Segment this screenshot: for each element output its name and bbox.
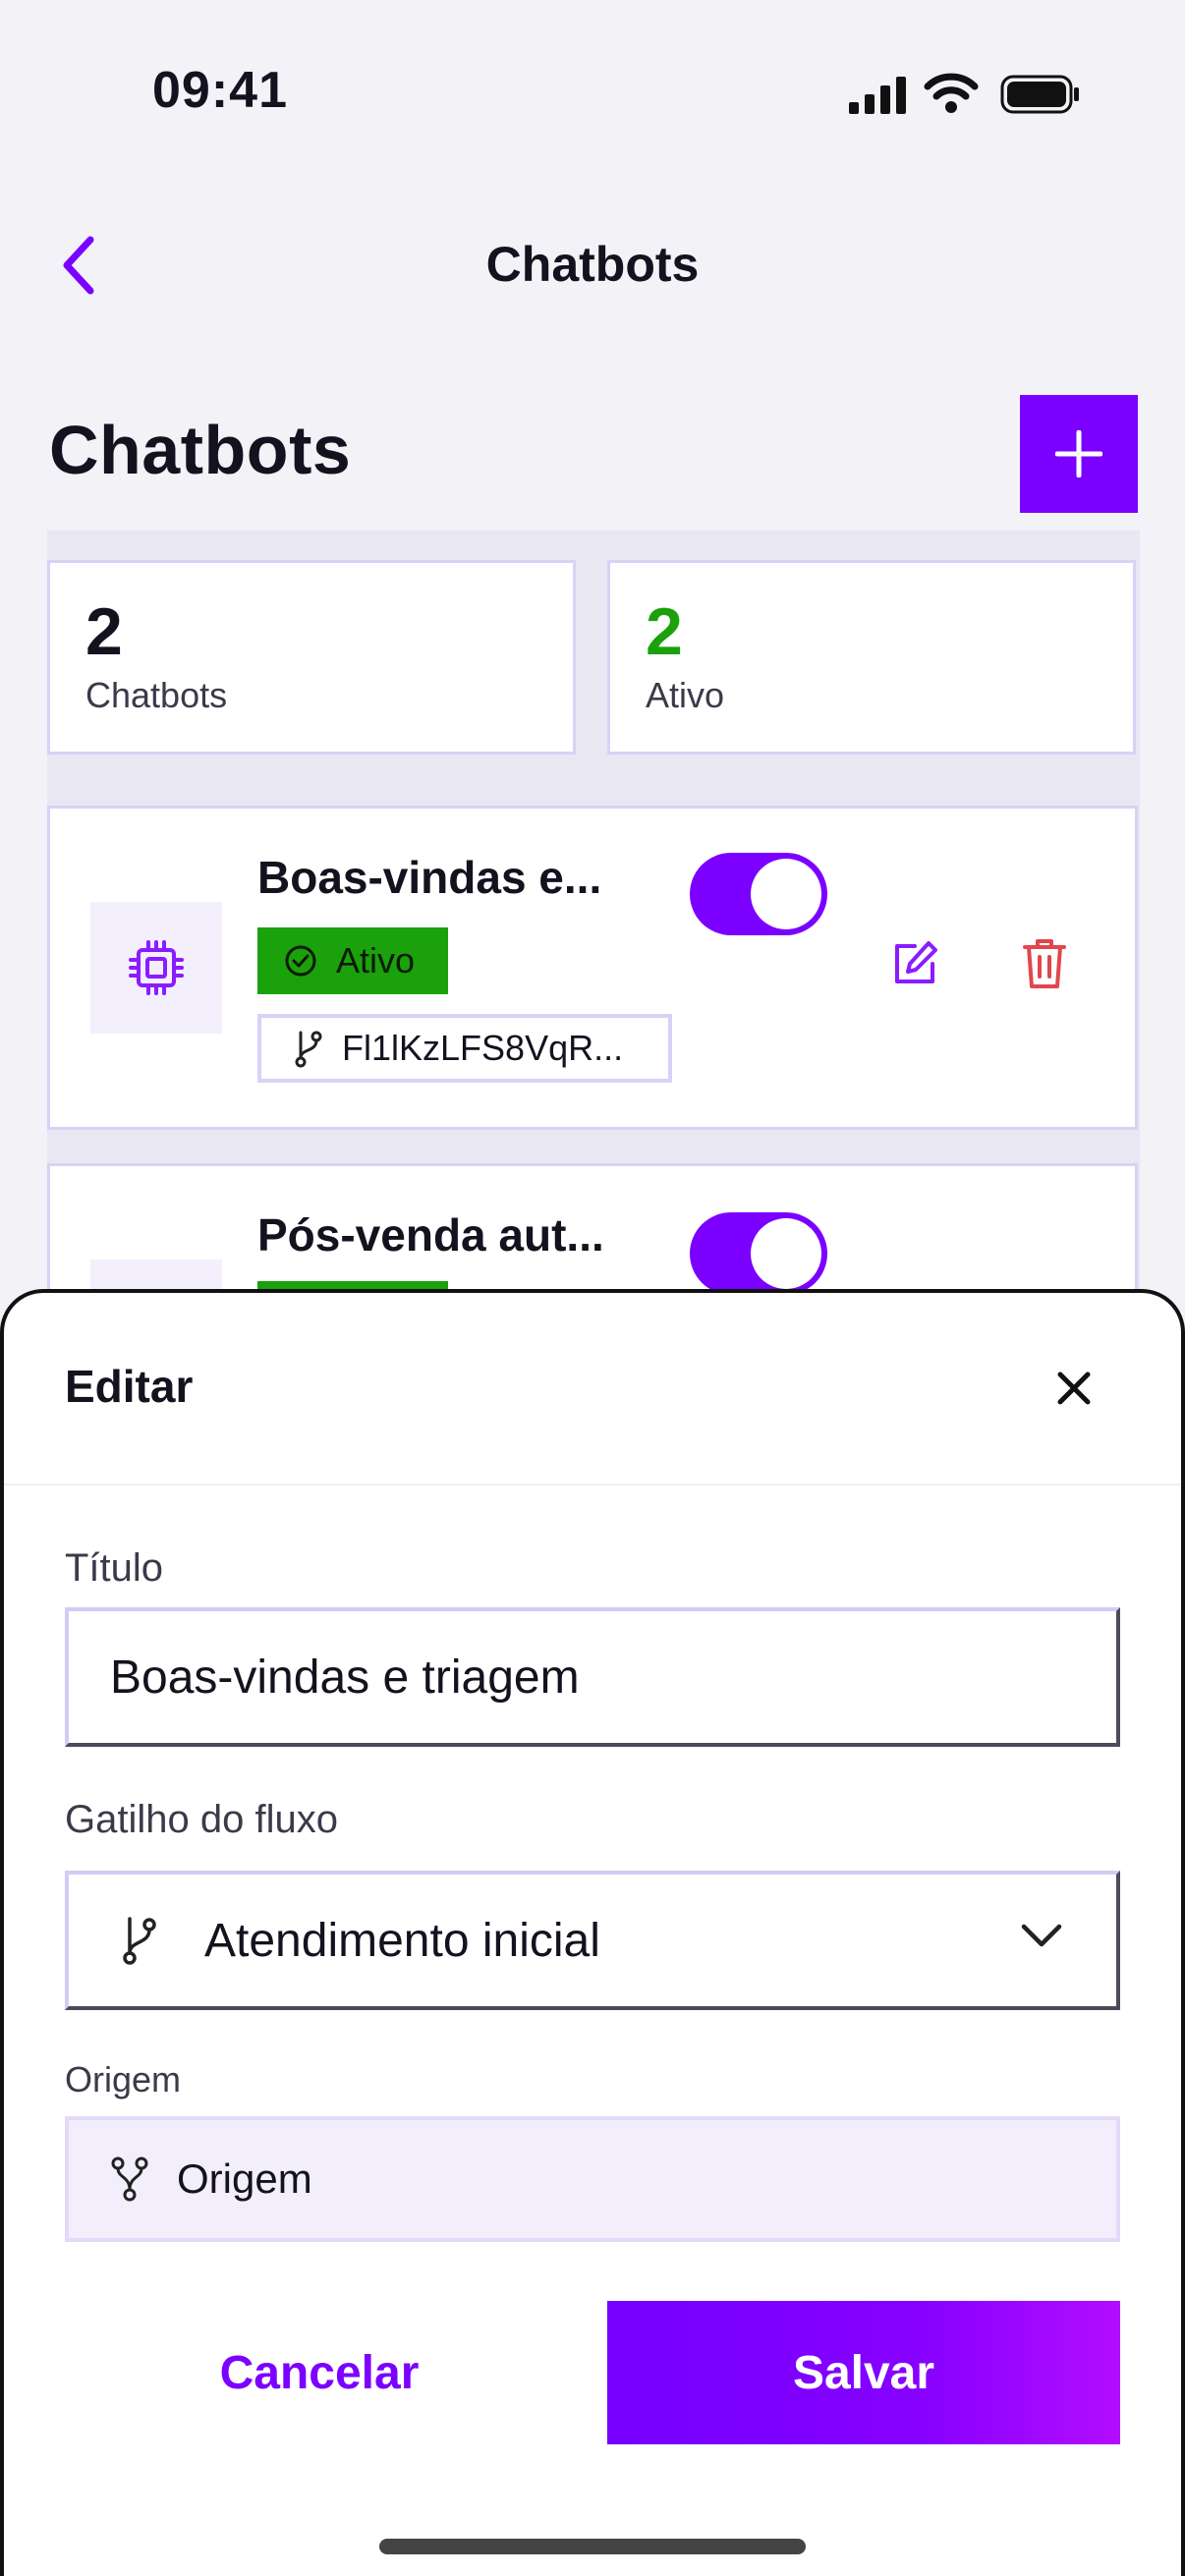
trigger-select-value: Atendimento inicial: [204, 1914, 600, 1967]
stat-card-active: 2 Ativo: [607, 560, 1136, 755]
flow-id-text: Fl1lKzLFS8VqR...: [342, 1028, 624, 1068]
status-badge-label: Ativo: [336, 940, 416, 980]
trash-icon: [1023, 939, 1066, 988]
plus-icon: [1055, 430, 1102, 477]
toggle-knob: [751, 1218, 821, 1289]
trigger-field-label: Gatilho do fluxo: [65, 1798, 338, 1841]
sheet-title: Editar: [65, 1361, 194, 1412]
check-circle-icon: [285, 945, 316, 977]
stat-card-total: 2 Chatbots: [47, 560, 576, 755]
chatbot-avatar: [90, 902, 222, 1034]
delete-button[interactable]: [1010, 929, 1079, 998]
chatbot-title: Pós-venda aut...: [257, 1209, 604, 1260]
stat-value: 2: [646, 594, 683, 669]
origin-field: Origem: [65, 2116, 1120, 2242]
signal-icon: [849, 77, 906, 114]
edit-icon: [895, 941, 937, 983]
git-branch-icon: [123, 1917, 156, 1965]
page-title: Chatbots: [49, 412, 352, 488]
chevron-down-icon: [1021, 1924, 1062, 1947]
toggle-knob: [751, 859, 821, 929]
home-indicator: [379, 2539, 806, 2554]
cancel-button[interactable]: Cancelar: [147, 2301, 491, 2444]
stat-label: Ativo: [646, 675, 725, 715]
back-button[interactable]: [49, 228, 108, 303]
title-input[interactable]: [65, 1607, 1120, 1747]
nav-title: Chatbots: [485, 237, 700, 292]
edit-button[interactable]: [880, 929, 949, 998]
status-badge: Ativo: [257, 927, 448, 994]
chatbot-toggle[interactable]: [690, 1212, 827, 1295]
stat-label: Chatbots: [85, 675, 228, 715]
chatbot-title: Boas-vindas e...: [257, 852, 602, 903]
git-fork-icon: [111, 2156, 148, 2202]
chatbot-toggle[interactable]: [690, 853, 827, 935]
chevron-left-icon: [63, 236, 94, 295]
save-button[interactable]: Salvar: [607, 2301, 1120, 2444]
add-chatbot-button[interactable]: [1020, 395, 1138, 513]
wifi-icon: [924, 73, 979, 113]
stat-value: 2: [85, 594, 123, 669]
title-field-label: Título: [65, 1546, 164, 1590]
trigger-select[interactable]: Atendimento inicial: [65, 1871, 1120, 2010]
git-branch-icon: [295, 1031, 322, 1068]
close-button[interactable]: [1042, 1356, 1106, 1421]
status-time: 09:41: [152, 62, 288, 119]
cpu-icon: [129, 940, 184, 995]
origin-field-label: Origem: [65, 2059, 182, 2100]
battery-icon: [1000, 75, 1079, 114]
flow-id-chip: Fl1lKzLFS8VqR...: [257, 1014, 672, 1083]
close-icon: [1057, 1372, 1091, 1405]
origin-field-value: Origem: [177, 2156, 312, 2202]
divider: [4, 1484, 1181, 1485]
